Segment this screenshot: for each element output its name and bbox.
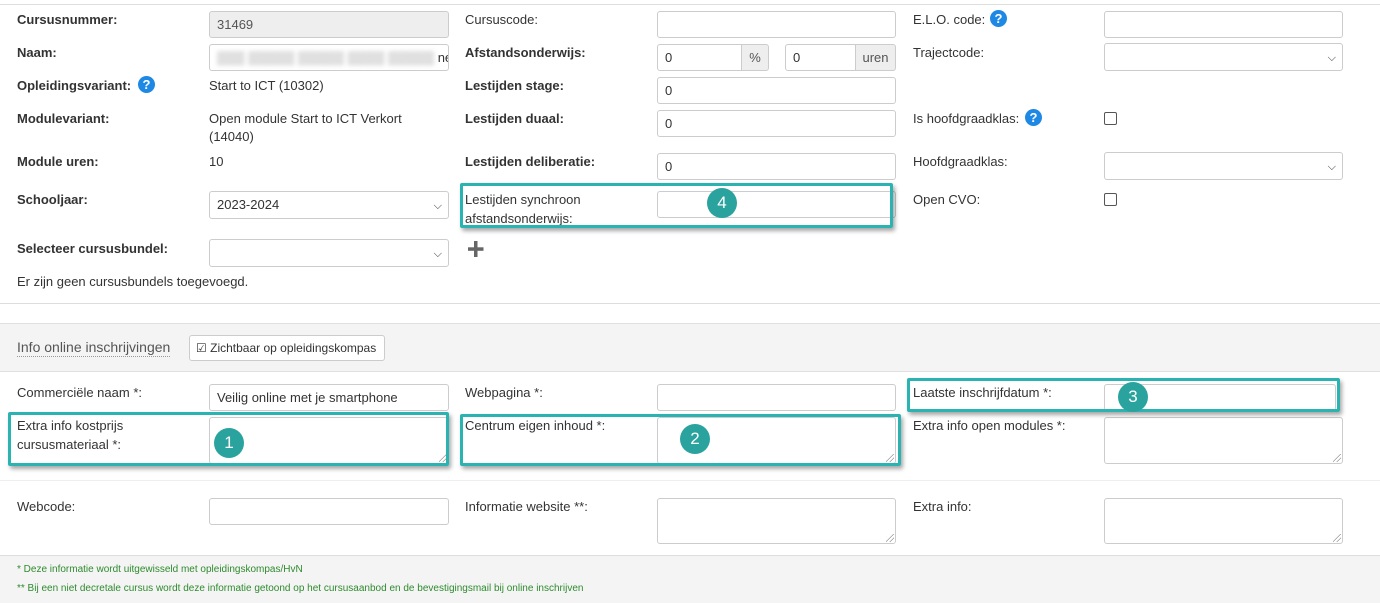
- resize-grip-icon[interactable]: [886, 534, 894, 542]
- lestijden-duaal-label: Lestijden duaal:: [465, 111, 564, 126]
- module-uren-label: Module uren:: [17, 154, 99, 169]
- schooljaar-select[interactable]: 2023-2024 ⌵: [209, 191, 449, 219]
- informatie-website-label: Informatie website **:: [465, 499, 588, 514]
- naam-redacted: ▒▒▒ ▒▒▒▒▒ ▒▒▒▒▒ ▒▒▒▒ ▒▒▒▒▒: [217, 50, 438, 65]
- extra-info-open-modules-label: Extra info open modules *:: [913, 418, 1066, 433]
- afstandsonderwijs-uren-input[interactable]: 0: [785, 44, 856, 71]
- online-section-title: Info online inschrijvingen: [17, 339, 171, 357]
- resize-grip-icon[interactable]: [1333, 534, 1341, 542]
- is-hoofdgraadklas-help-icon[interactable]: ?: [1025, 109, 1042, 126]
- elo-code-label: E.L.O. code:: [913, 12, 986, 27]
- elo-code-input[interactable]: [1104, 11, 1343, 38]
- lestijden-deliberatie-input[interactable]: 0: [657, 153, 896, 180]
- naam-value-suffix: ne: [437, 50, 448, 65]
- badge-2: 2: [680, 424, 710, 454]
- row-divider: [0, 480, 1380, 481]
- badge-4: 4: [707, 188, 737, 218]
- webpagina-input[interactable]: [657, 384, 896, 411]
- kompas-button-label: Zichtbaar op opleidingskompas: [210, 341, 377, 355]
- schooljaar-value: 2023-2024: [217, 197, 280, 212]
- webcode-label: Webcode:: [17, 499, 76, 514]
- module-uren-value: 10: [209, 154, 224, 169]
- chevron-down-icon: ⌵: [433, 200, 442, 212]
- section-divider: [0, 303, 1380, 304]
- informatie-website-textarea[interactable]: [657, 498, 896, 544]
- hoofdgraadklas-label: Hoofdgraadklas:: [913, 154, 1008, 169]
- schooljaar-label: Schooljaar:: [17, 192, 88, 207]
- naam-input[interactable]: ▒▒▒ ▒▒▒▒▒ ▒▒▒▒▒ ▒▒▒▒ ▒▒▒▒▒ ne: [209, 44, 449, 71]
- opleidingsvariant-value: Start to ICT (10302): [209, 78, 324, 93]
- footnote-2: ** Bij een niet decretale cursus wordt d…: [17, 583, 584, 594]
- is-hoofdgraadklas-label: Is hoofdgraadklas:: [913, 111, 1020, 126]
- trajectcode-label: Trajectcode:: [913, 45, 985, 60]
- afstandsonderwijs-label: Afstandsonderwijs:: [465, 45, 586, 60]
- open-cvo-checkbox[interactable]: [1104, 193, 1117, 206]
- cursuscode-label: Cursuscode:: [465, 12, 538, 27]
- webpagina-label: Webpagina *:: [465, 385, 543, 400]
- modulevariant-value-line1: Open module Start to ICT Verkort: [209, 111, 402, 126]
- no-bundles-text: Er zijn geen cursusbundels toegevoegd.: [17, 274, 249, 289]
- extra-info-textarea[interactable]: [1104, 498, 1343, 544]
- footnotes-area: [0, 555, 1380, 603]
- resize-grip-icon[interactable]: [1333, 454, 1341, 462]
- extra-info-label: Extra info:: [913, 499, 972, 514]
- badge-1: 1: [214, 428, 244, 458]
- cursusbundel-select[interactable]: ⌵: [209, 239, 449, 267]
- lestijden-stage-label: Lestijden stage:: [465, 78, 564, 93]
- cursuscode-input[interactable]: [657, 11, 896, 38]
- add-bundle-plus-icon[interactable]: [467, 238, 485, 260]
- opleidingsvariant-label: Opleidingsvariant:: [17, 78, 132, 93]
- cursusnummer-label: Cursusnummer:: [17, 12, 118, 27]
- cursusnummer-input[interactable]: 31469: [209, 11, 449, 38]
- badge-3: 3: [1118, 382, 1148, 412]
- modulevariant-label: Modulevariant:: [17, 111, 110, 126]
- checkbox-icon: ☑: [196, 341, 207, 355]
- modulevariant-value-line2: (14040): [209, 129, 254, 144]
- lestijden-stage-input[interactable]: 0: [657, 77, 896, 104]
- uren-addon: uren: [855, 44, 896, 71]
- open-cvo-label: Open CVO:: [913, 192, 981, 207]
- percent-addon: %: [741, 44, 769, 71]
- afstandsonderwijs-percent-input[interactable]: 0: [657, 44, 742, 71]
- webcode-input[interactable]: [209, 498, 449, 525]
- top-divider: [0, 4, 1380, 5]
- footnote-1: * Deze informatie wordt uitgewisseld met…: [17, 564, 303, 575]
- naam-label: Naam:: [17, 45, 57, 60]
- opleidingsvariant-help-icon[interactable]: ?: [138, 76, 155, 93]
- elo-code-help-icon[interactable]: ?: [990, 10, 1007, 27]
- is-hoofdgraadklas-checkbox[interactable]: [1104, 112, 1117, 125]
- lestijden-deliberatie-label: Lestijden deliberatie:: [465, 154, 596, 169]
- commerciele-naam-input[interactable]: Veilig online met je smartphone: [209, 384, 449, 411]
- chevron-down-icon: ⌵: [1327, 161, 1336, 173]
- commerciele-naam-label: Commerciële naam *:: [17, 385, 142, 400]
- trajectcode-select[interactable]: ⌵: [1104, 43, 1343, 71]
- extra-info-open-modules-textarea[interactable]: [1104, 417, 1343, 464]
- lestijden-duaal-input[interactable]: 0: [657, 110, 896, 137]
- chevron-down-icon: ⌵: [1327, 52, 1336, 64]
- kompas-toggle-button[interactable]: ☑ Zichtbaar op opleidingskompas: [189, 335, 385, 361]
- hoofdgraadklas-select[interactable]: ⌵: [1104, 152, 1343, 180]
- chevron-down-icon: ⌵: [433, 248, 442, 260]
- cursusbundel-label: Selecteer cursusbundel:: [17, 241, 168, 256]
- highlight-box-4: [460, 183, 893, 228]
